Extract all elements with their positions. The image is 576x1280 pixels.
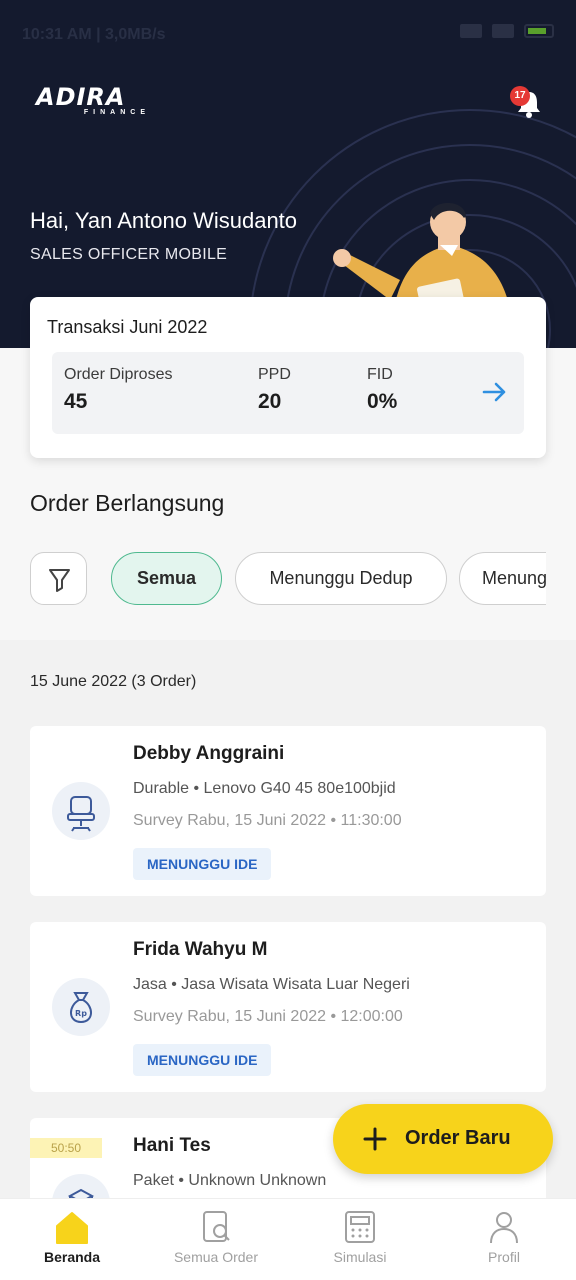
hero-header: 10:31 AM | 3,0MB/s ADIRA FINANCE 17 Hai,… <box>0 0 576 348</box>
chair-icon <box>52 782 110 840</box>
notification-button[interactable]: 17 <box>510 86 546 120</box>
status-badge: MENUNGGU IDE <box>133 848 272 880</box>
section-title-order-berlangsung: Order Berlangsung <box>30 490 225 516</box>
chip-semua[interactable]: Semua <box>111 552 222 605</box>
calculator-icon <box>345 1211 375 1243</box>
nav-simulasi[interactable]: Simulasi <box>305 1209 415 1265</box>
status-bar: 10:31 AM | 3,0MB/s <box>0 0 576 66</box>
order-card[interactable]: Debby Anggraini Durable • Lenovo G40 45 … <box>30 726 546 896</box>
battery-icon <box>524 24 554 38</box>
money-bag-icon: Rp <box>52 978 110 1036</box>
adira-logo: ADIRA FINANCE <box>36 83 150 116</box>
order-search-icon <box>203 1211 230 1242</box>
new-order-button[interactable]: Order Baru <box>333 1104 553 1174</box>
stat-fid: FID 0% <box>367 366 398 413</box>
transaction-stats[interactable]: Order Diproses 45 PPD 20 FID 0% <box>52 352 524 434</box>
svg-text:Rp: Rp <box>75 1009 87 1018</box>
stat-ppd: PPD 20 <box>258 366 291 413</box>
order-description: Paket • Unknown Unknown <box>133 1172 327 1189</box>
order-survey-time: Survey Rabu, 15 Juni 2022 • 11:30:00 <box>133 812 402 829</box>
transaction-summary-card: Transaksi Juni 2022 Order Diproses 45 PP… <box>30 297 546 458</box>
notification-badge: 17 <box>510 86 530 106</box>
filter-button[interactable] <box>30 552 87 605</box>
chip-menunggu-ide[interactable]: Menunggu IDE <box>459 552 546 605</box>
filter-icon <box>49 569 70 592</box>
stat-order-diproses: Order Diproses 45 <box>64 366 173 413</box>
order-customer-name: Frida Wahyu M <box>133 939 268 960</box>
nav-beranda[interactable]: Beranda <box>17 1209 127 1265</box>
chip-menunggu-dedup[interactable]: Menunggu Dedup <box>235 552 447 605</box>
arrow-right-icon[interactable] <box>480 378 508 406</box>
nav-profil[interactable]: Profil <box>449 1209 559 1265</box>
home-icon <box>56 1212 88 1244</box>
order-customer-name: Hani Tes <box>133 1135 211 1156</box>
new-order-label: Order Baru <box>405 1127 511 1149</box>
date-group-label: 15 June 2022 (3 Order) <box>30 673 197 690</box>
status-badge: MENUNGGU IDE <box>133 1044 272 1076</box>
signal-icon <box>460 24 482 38</box>
nav-semua-order[interactable]: Semua Order <box>161 1209 271 1265</box>
person-icon <box>490 1212 518 1244</box>
tag-label: 50:50 <box>30 1138 102 1158</box>
wifi-icon <box>492 24 514 38</box>
order-description: Durable • Lenovo G40 45 80e100bjid <box>133 780 396 797</box>
order-customer-name: Debby Anggraini <box>133 743 285 764</box>
order-survey-time: Survey Rabu, 15 Juni 2022 • 12:00:00 <box>133 1008 403 1025</box>
filter-chips: Semua Menunggu Dedup Menunggu IDE <box>30 551 546 608</box>
order-description: Jasa • Jasa Wisata Wisata Luar Negeri <box>133 976 410 993</box>
status-time: 10:31 AM | 3,0MB/s <box>22 26 166 43</box>
user-role: SALES OFFICER MOBILE <box>30 246 228 263</box>
status-icons <box>460 24 554 38</box>
greeting-text: Hai, Yan Antono Wisudanto <box>30 208 298 233</box>
bottom-navigation: Beranda Semua Order Simulasi Profil <box>0 1198 576 1280</box>
plus-icon <box>363 1127 387 1151</box>
order-card[interactable]: Rp Frida Wahyu M Jasa • Jasa Wisata Wisa… <box>30 922 546 1092</box>
transaction-title: Transaksi Juni 2022 <box>47 317 208 337</box>
